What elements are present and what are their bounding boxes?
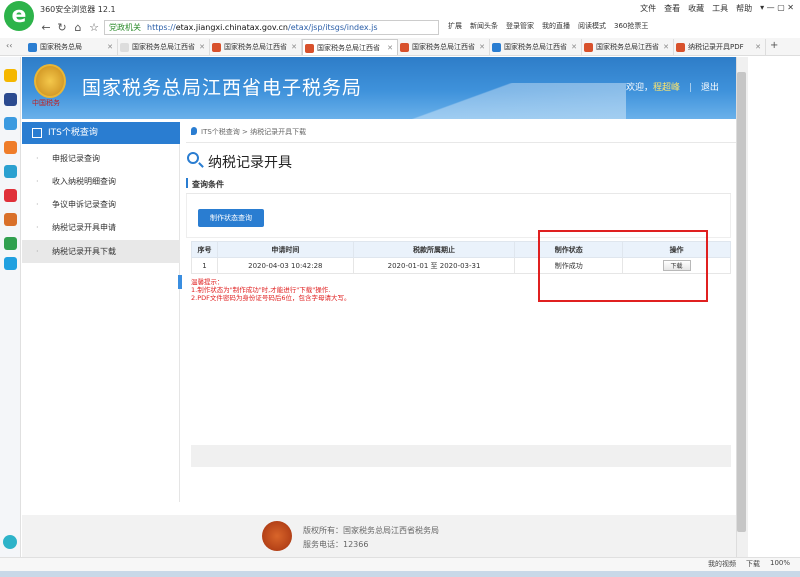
col-period: 税款所属期止 [352,241,516,258]
download-manager-button[interactable]: 下载 [746,559,760,569]
sidebar-collapse-handle[interactable] [178,275,182,289]
col-no: 序号 [191,241,218,258]
menu-tools[interactable]: 工具 [712,3,728,14]
favorites-icon[interactable] [4,69,17,82]
tab-1[interactable]: 国家税务总局 ✕ [26,39,118,55]
login-manager-button[interactable]: 登录管家 [506,21,534,31]
username-link[interactable]: 程超峰 [653,83,680,93]
site-title: 国家税务总局江西省电子税务局 [82,77,363,99]
menu-view[interactable]: 查看 [664,3,680,14]
bank-icon [32,128,42,138]
ext-button[interactable]: 扩展 [448,21,462,31]
browser-title: 360安全浏览器 12.1 [40,5,116,14]
new-tab-icon[interactable]: + [770,40,778,51]
tab-3[interactable]: 国家税务总局江西省 ✕ [210,39,302,55]
sidebar-item-income-detail[interactable]: · 收入纳税明细查询 [22,170,180,193]
sidebar-app-icon[interactable] [4,117,17,130]
tab-6[interactable]: 国家税务总局江西省 ✕ [490,39,582,55]
star-icon[interactable]: ☆ [86,21,102,35]
ticket-button[interactable]: 360抢票王 [614,21,648,31]
tip-2: 2.PDF文件密码为身份证号码后6位，包含字母请大写。 [191,294,351,302]
sidebar-app-icon[interactable] [4,141,17,154]
browser-menu: 文件 查看 收藏 工具 帮助 ▾ — ▢ ✕ [640,3,794,14]
service-phone: 服务电话：12366 [303,540,369,549]
logout-link[interactable]: 退出 [701,83,719,93]
news-button[interactable]: 新闻头条 [470,21,498,31]
scrollbar-thumb[interactable] [737,72,746,532]
col-time: 申请时间 [216,241,354,258]
tab-5[interactable]: 国家税务总局江西省 ✕ [398,39,490,55]
statusbar-right: 我的视频 下载 100% [708,559,790,569]
conditions-label: 查询条件 [192,180,224,189]
home-icon[interactable]: ⌂ [70,21,86,35]
footer-logo-icon [262,521,292,551]
menu-file[interactable]: 文件 [640,3,656,14]
tab-2[interactable]: 国家税务总局江西省 ✕ [118,39,210,55]
welcome-prefix: 欢迎， [626,83,654,93]
gov-tag: 党政机关 [109,23,141,32]
address-bar[interactable]: 党政机关 https://etax.jiangxi.chinatax.gov.c… [104,20,439,35]
tab-7[interactable]: 国家税务总局江西省 ✕ [582,39,674,55]
search-icon [187,152,199,164]
welcome-area: 欢迎，程超峰 | 退出 [626,83,719,93]
breadcrumb: ITS个税查询 > 纳税记录开具下载 [191,127,306,137]
cell-no: 1 [191,257,218,274]
tab-4-active[interactable]: 国家税务总局江西省 ✕ [302,39,398,55]
menu-help[interactable]: 帮助 [736,3,752,14]
tax-emblem-icon [34,64,66,98]
highlight-box [538,230,708,302]
sidebar-item-dispute-records[interactable]: · 争议申诉记录查询 [22,193,180,216]
read-mode-button[interactable]: 阅读模式 [578,21,606,31]
emblem-caption: 中国税务 [32,99,60,107]
my-video-button[interactable]: 我的视频 [708,559,736,569]
sidebar-app-icon[interactable] [4,189,17,202]
tab-8[interactable]: 纳税记录开具PDF ✕ [674,39,766,55]
tab-bar: ‹‹ 国家税务总局 ✕ 国家税务总局江西省 ✕ 国家税务总局江西省 ✕ 国家税务总局江… [0,38,800,56]
sidebar-app-icon[interactable] [4,213,17,226]
live-button[interactable]: 我的直播 [542,21,570,31]
sidebar-app-icon[interactable] [4,165,17,178]
sidebar-app-icon[interactable] [4,237,17,250]
os-taskbar [0,571,800,577]
footer-text: 版权所有：国家税务总局江西省税务局 服务电话：12366 [303,524,439,552]
browser-sidebar [0,57,21,567]
sidebar-app-icon[interactable] [4,93,17,106]
sidebar-app-icon[interactable] [4,257,17,270]
back-icon[interactable]: ← [38,21,54,35]
menu-favorites[interactable]: 收藏 [688,3,704,14]
sidebar-heading[interactable]: ITS个税查询 [22,122,180,144]
browser-statusbar [0,557,800,571]
sidebar-item-record-download[interactable]: · 纳税记录开具下载 [22,240,180,263]
zoom-level[interactable]: 100% [770,559,790,569]
page-title: 纳税记录开具 [208,155,292,171]
cell-period: 2020-01-01 至 2020-03-31 [352,257,516,274]
toolbar-right: 扩展 新闻头条 登录管家 我的直播 阅读模式 360抢票王 [448,21,648,31]
url-text: https://etax.jiangxi.chinatax.gov.cn/eta… [147,23,378,32]
refresh-icon[interactable]: ↻ [54,21,70,35]
cell-time: 2020-04-03 10:42:28 [216,257,354,274]
tab-scroll-left-icon[interactable]: ‹‹ [6,41,12,50]
sidebar-settings-icon[interactable] [3,535,17,549]
tips: 温馨提示： 1.制作状态为"制作成功"时,才能进行"下载"操作. 2.PDF文件… [191,278,351,302]
sidebar-item-record-apply[interactable]: · 纳税记录开具申请 [22,216,180,239]
tip-1: 1.制作状态为"制作成功"时,才能进行"下载"操作. [191,286,331,294]
tips-heading: 温馨提示： [191,278,224,286]
sidebar-item-declare-records[interactable]: · 申报记录查询 [22,147,180,170]
window-controls[interactable]: ▾ — ▢ ✕ [760,3,794,14]
browser-logo-icon: e [4,1,34,31]
table-footer-bar [191,445,731,467]
copyright: 版权所有：国家税务总局江西省税务局 [303,526,439,535]
status-query-button[interactable]: 制作状态查询 [198,209,264,227]
location-pin-icon [191,127,197,135]
